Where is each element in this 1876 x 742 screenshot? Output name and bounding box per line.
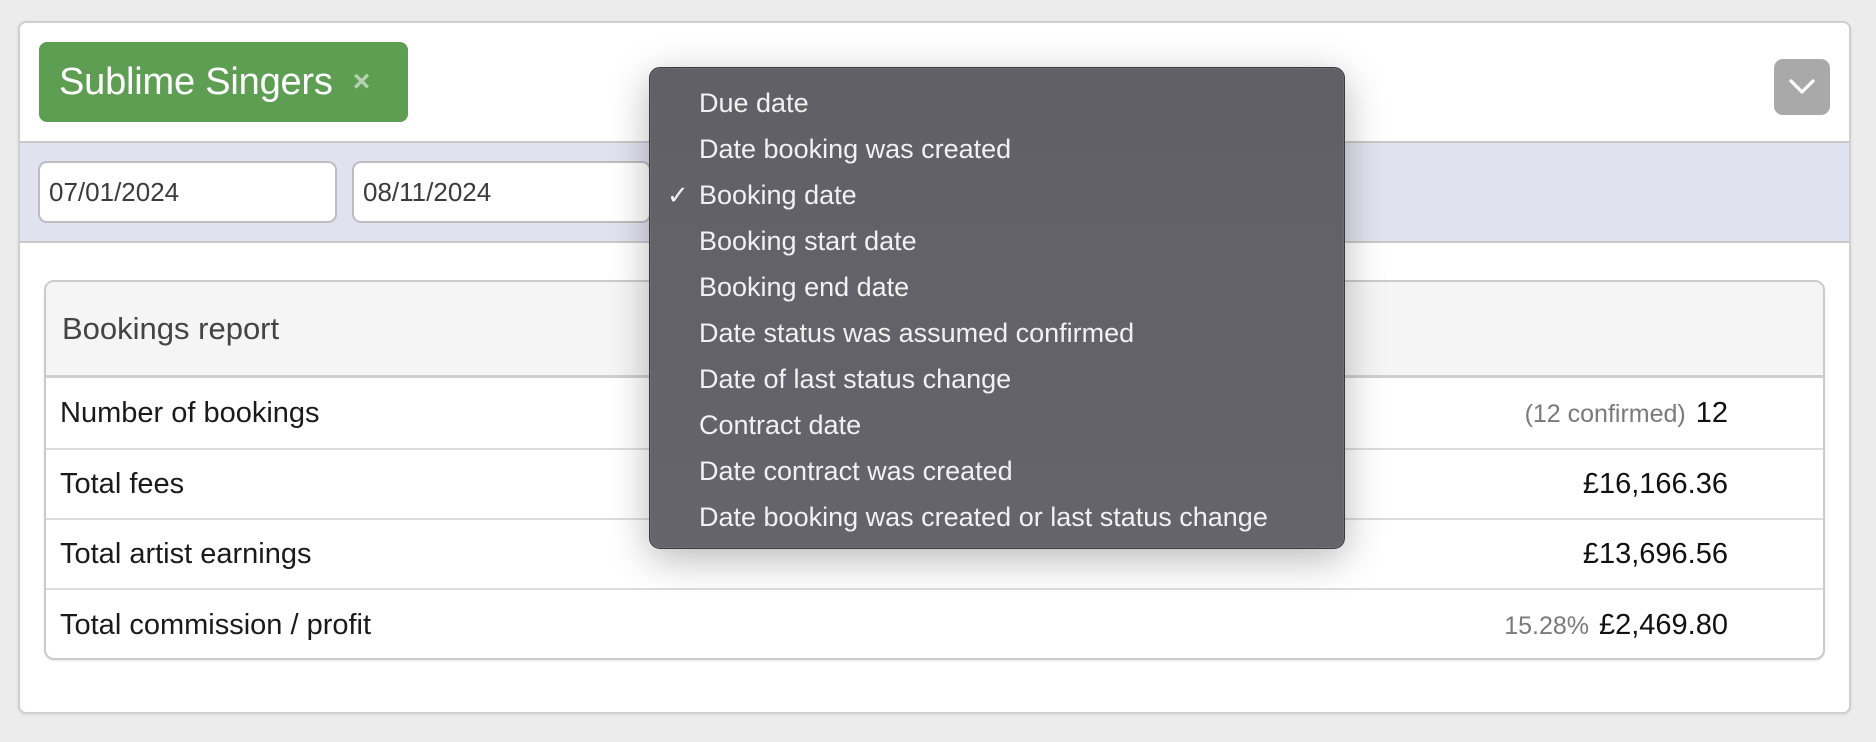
row-label: Number of bookings <box>60 396 320 429</box>
dropdown-option[interactable]: Booking start date <box>650 218 1344 264</box>
dropdown-option[interactable]: Date booking was created <box>650 126 1344 172</box>
checkmark-icon: ✓ <box>667 179 689 210</box>
option-label: Date contract was created <box>699 455 1013 486</box>
remove-tag-icon[interactable]: × <box>353 67 371 97</box>
dropdown-option[interactable]: Due date <box>650 80 1344 126</box>
dropdown-option-selected[interactable]: ✓ Booking date <box>650 172 1344 218</box>
option-label: Booking date <box>699 179 857 210</box>
row-label: Total artist earnings <box>60 537 312 570</box>
date-to-input[interactable] <box>352 161 651 223</box>
row-value: £2,469.80 <box>1598 608 1728 641</box>
row-value: £13,696.56 <box>1582 537 1728 570</box>
row-aux: 15.28% <box>1504 611 1589 640</box>
option-label: Date booking was created or last status … <box>699 501 1268 532</box>
chevron-down-icon <box>1789 79 1815 94</box>
option-label: Booking end date <box>699 271 910 302</box>
filter-tag-label: Sublime Singers <box>59 60 333 103</box>
date-from-input[interactable] <box>38 161 337 223</box>
row-aux: (12 confirmed) <box>1524 399 1686 428</box>
expand-toggle-button[interactable] <box>1774 59 1830 115</box>
date-type-dropdown-menu: Due date Date booking was created ✓ Book… <box>649 67 1345 549</box>
filter-tag[interactable]: Sublime Singers × <box>39 42 408 122</box>
option-label: Contract date <box>699 409 862 440</box>
row-label: Total commission / profit <box>60 608 372 641</box>
option-label: Booking start date <box>699 225 917 256</box>
dropdown-option[interactable]: Contract date <box>650 402 1344 448</box>
option-label: Date of last status change <box>699 363 1012 394</box>
dropdown-option[interactable]: Date booking was created or last status … <box>650 494 1344 540</box>
row-label: Total fees <box>60 467 185 500</box>
row-value: 12 <box>1695 396 1728 429</box>
dropdown-option[interactable]: Date of last status change <box>650 356 1344 402</box>
dropdown-option[interactable]: Date status was assumed confirmed <box>650 310 1344 356</box>
option-label: Date status was assumed confirmed <box>699 317 1135 348</box>
dropdown-option[interactable]: Date contract was created <box>650 448 1344 494</box>
option-label: Due date <box>699 87 809 118</box>
option-label: Date booking was created <box>699 133 1012 164</box>
dropdown-option[interactable]: Booking end date <box>650 264 1344 310</box>
row-value: £16,166.36 <box>1582 467 1728 500</box>
table-row: Total commission / profit 15.28% £2,469.… <box>46 590 1823 658</box>
